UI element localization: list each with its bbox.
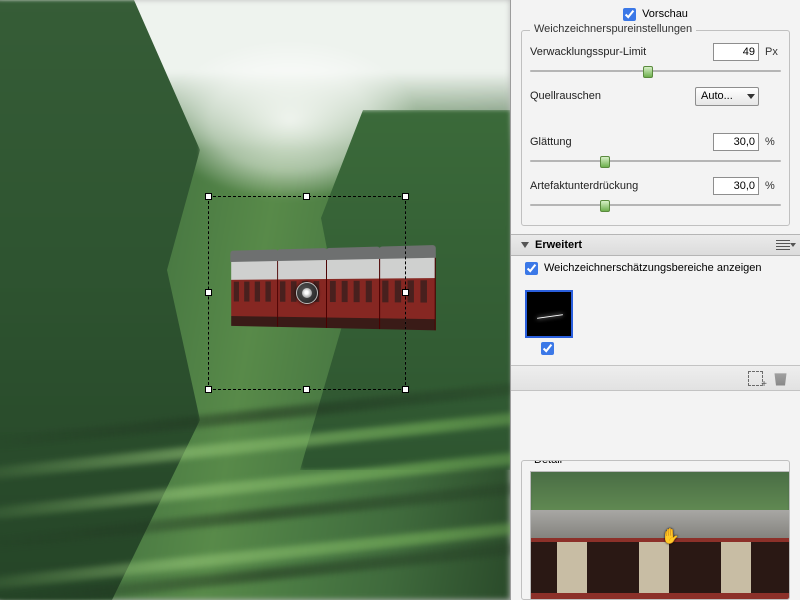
artifact-slider[interactable]	[530, 199, 781, 211]
image-canvas[interactable]	[0, 0, 510, 600]
source-noise-value: Auto...	[701, 90, 733, 102]
smoothing-input[interactable]	[713, 133, 759, 151]
smoothing-thumb[interactable]	[600, 156, 610, 168]
detail-group: Detail ✋	[521, 460, 790, 600]
preview-checkbox[interactable]	[623, 8, 636, 21]
source-noise-dropdown[interactable]: Auto...	[695, 87, 759, 106]
resize-handle-s[interactable]	[303, 386, 310, 393]
resize-handle-n[interactable]	[303, 193, 310, 200]
detail-legend: Detail	[530, 460, 566, 466]
advanced-section-header[interactable]: Erweitert	[511, 234, 800, 256]
blur-limit-input[interactable]	[713, 43, 759, 61]
resize-handle-se[interactable]	[402, 386, 409, 393]
smoothing-label: Glättung	[530, 136, 713, 148]
blur-region-center-pin[interactable]	[296, 282, 318, 304]
blur-limit-thumb[interactable]	[643, 66, 653, 78]
region-toolbar	[511, 365, 800, 391]
artifact-thumb[interactable]	[600, 200, 610, 212]
add-region-icon[interactable]	[748, 371, 763, 386]
blur-region-thumbnail[interactable]	[525, 290, 573, 338]
blur-trace-legend: Weichzeichnerspureinstellungen	[530, 23, 696, 35]
preview-label: Vorschau	[642, 8, 688, 20]
smoothing-unit: %	[765, 136, 781, 148]
resize-handle-w[interactable]	[205, 289, 212, 296]
artifact-input[interactable]	[713, 177, 759, 195]
blur-region-selection[interactable]	[208, 196, 406, 390]
advanced-title: Erweitert	[535, 239, 582, 251]
blur-limit-slider[interactable]	[530, 65, 781, 77]
artifact-label: Artefaktunterdrückung	[530, 180, 713, 192]
resize-handle-ne[interactable]	[402, 193, 409, 200]
smoothing-slider[interactable]	[530, 155, 781, 167]
show-regions-label: Weichzeichnerschätzungsbereiche anzeigen	[544, 262, 762, 274]
blur-limit-label: Verwacklungsspur-Limit	[530, 46, 713, 58]
region-enable-checkbox[interactable]	[541, 342, 554, 355]
chevron-down-icon	[747, 94, 755, 99]
panel-menu-icon[interactable]	[776, 240, 790, 250]
detail-loupe[interactable]: ✋	[530, 471, 789, 599]
artifact-unit: %	[765, 180, 781, 192]
show-regions-checkbox[interactable]	[525, 262, 538, 275]
blur-trace-group: Weichzeichnerspureinstellungen Verwacklu…	[521, 30, 790, 226]
settings-panel: Vorschau Weichzeichnerspureinstellungen …	[510, 0, 800, 600]
delete-region-icon[interactable]	[773, 371, 788, 386]
source-noise-label: Quellrauschen	[530, 90, 695, 102]
resize-handle-nw[interactable]	[205, 193, 212, 200]
hand-cursor-icon: ✋	[661, 527, 679, 545]
disclosure-triangle-icon	[521, 242, 529, 248]
blur-limit-unit: Px	[765, 46, 781, 58]
resize-handle-sw[interactable]	[205, 386, 212, 393]
resize-handle-e[interactable]	[402, 289, 409, 296]
